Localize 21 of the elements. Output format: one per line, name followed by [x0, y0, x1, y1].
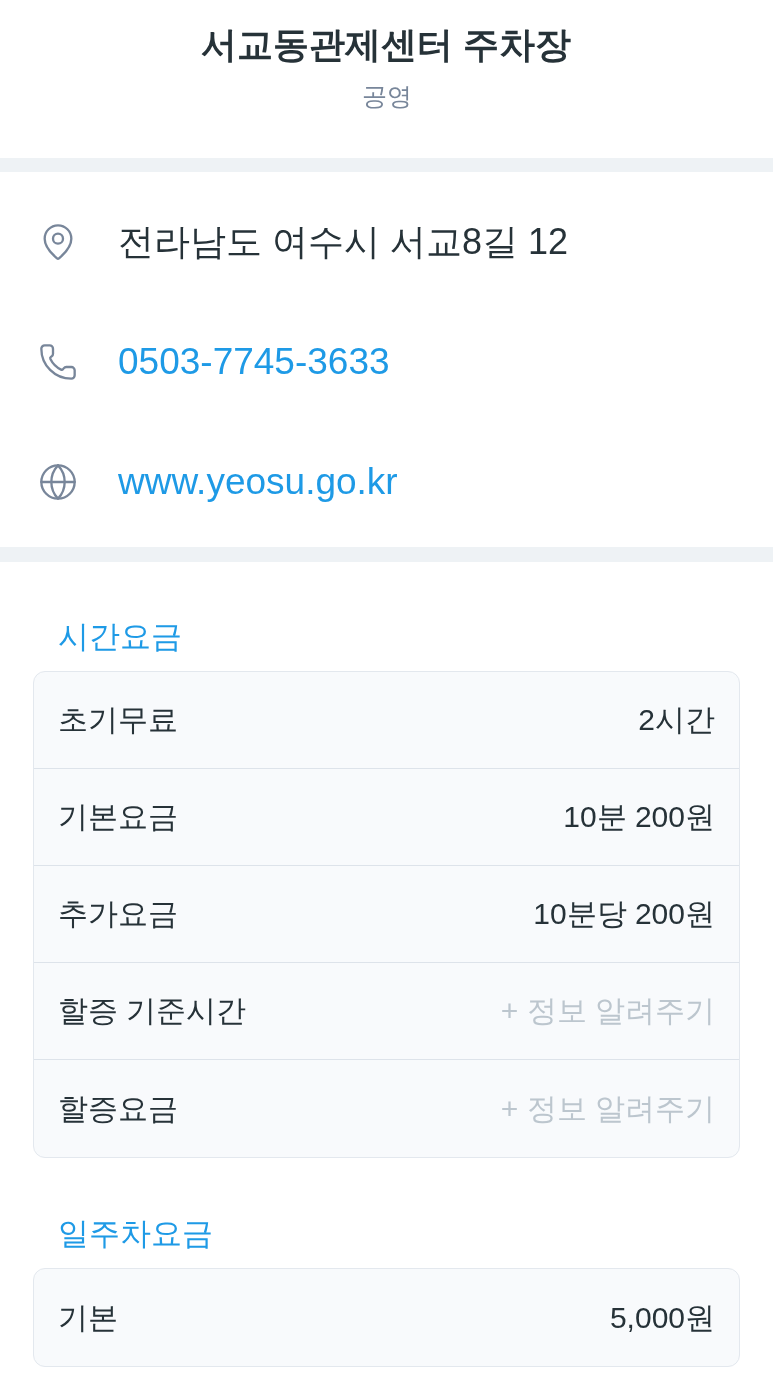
fee-label: 할증 기준시간	[58, 993, 247, 1029]
fee-label: 할증요금	[58, 1090, 178, 1127]
address-text: 전라남도 여수시 서교8길 12	[118, 220, 569, 264]
fee-section-title: 시간요금	[58, 618, 182, 656]
fee-label: 초기무료	[58, 702, 178, 738]
parking-lot-title: 서교동관제센터 주차장	[201, 23, 572, 67]
phone-link[interactable]: 0503-7745-3633	[118, 339, 390, 385]
globe-icon	[38, 462, 78, 502]
fee-label: 기본요금	[58, 799, 178, 835]
phone-icon	[38, 342, 78, 382]
fee-value: 10분 200원	[563, 799, 715, 835]
fee-value: 10분당 200원	[533, 896, 715, 932]
fee-section-title: 일주차요금	[58, 1215, 213, 1253]
suggest-info-link[interactable]: + 정보 알려주기	[500, 991, 715, 1031]
fee-value: 2시간	[638, 702, 715, 738]
suggest-info-link[interactable]: + 정보 알려주기	[500, 1088, 715, 1129]
operator-type-text: 공영	[361, 81, 412, 112]
fee-label: 추가요금	[58, 896, 178, 932]
website-link[interactable]: www.yeosu.go.kr	[118, 459, 398, 505]
fee-value: 5,000원	[609, 1299, 715, 1336]
fee-label: 기본	[58, 1299, 118, 1336]
